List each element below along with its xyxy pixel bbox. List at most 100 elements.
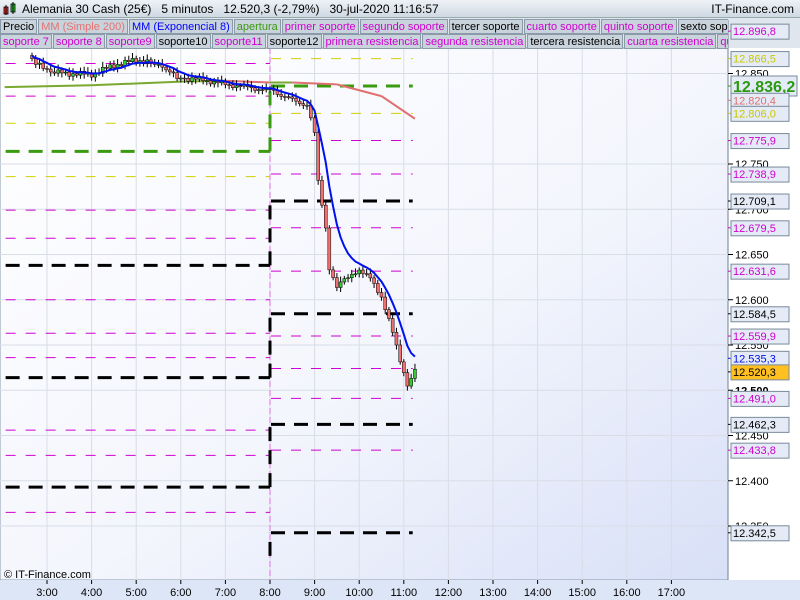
candle-body [234, 85, 239, 88]
price-tag-label: 12.535,3 [733, 353, 776, 365]
candle-body [74, 73, 79, 76]
legend-item[interactable]: sexto soporte [677, 19, 728, 34]
x-tick-label: 8:00 [259, 587, 280, 599]
y-tick-label: 12.600 [735, 295, 769, 307]
price-tag-label: 12.806,0 [733, 108, 776, 120]
price-tag-label: 12.820,4 [733, 95, 776, 107]
candle-body [376, 283, 380, 293]
legend-item[interactable]: soporte9 [105, 34, 155, 49]
legend-item[interactable]: segunda resistencia [422, 34, 527, 49]
legend-item[interactable]: tercera resistencia [527, 34, 624, 49]
candle-body [34, 58, 38, 65]
candle-body [346, 277, 350, 279]
candle-body [387, 309, 391, 319]
price-tag-label: 12.631,6 [733, 266, 776, 278]
candle-body [67, 71, 72, 77]
candle-body [37, 62, 42, 65]
candle-body [394, 332, 399, 346]
candle-body [331, 269, 335, 278]
legend-item[interactable]: tercer soporte [448, 19, 523, 34]
candle-body [305, 104, 309, 107]
legend-item[interactable]: primer soporte [281, 19, 359, 34]
price-tag-label: 12.775,9 [733, 136, 776, 148]
candle-body [104, 67, 109, 69]
legend-item[interactable]: primera resistencia [322, 34, 422, 49]
site-name: IT-Finance.com [711, 2, 794, 16]
candle-body [338, 281, 343, 288]
x-tick-label: 3:00 [36, 587, 57, 599]
x-tick-label: 15:00 [568, 587, 596, 599]
candle-body [320, 180, 324, 206]
legend-item[interactable]: cuarta resistencia [624, 34, 717, 49]
legend-item[interactable]: soporte12 [266, 34, 322, 49]
price-tag-label: 12.491,0 [733, 393, 776, 405]
x-tick-label: 9:00 [304, 587, 325, 599]
legend-item[interactable]: MM (Simple 200) [38, 19, 128, 34]
candle-body [186, 78, 190, 82]
x-tick-label: 6:00 [170, 587, 191, 599]
price-tag-label: 12.433,8 [733, 445, 776, 457]
candle-body [238, 85, 243, 87]
candle-body [179, 77, 183, 80]
candle-body [286, 96, 291, 98]
candle-body [312, 117, 317, 133]
legend-item[interactable]: MM (Exponencial 8) [128, 19, 233, 34]
candle-body [190, 77, 194, 82]
candle-body [350, 274, 354, 278]
candle-body [134, 58, 138, 63]
candle-body [357, 269, 361, 275]
price-tag-label: 12.709,1 [733, 196, 776, 208]
candle-body [48, 68, 53, 73]
price-chart[interactable]: 3:00 4:00 5:00 6:00 7:00 8:00 9:00 10:00 11:00 12… [0, 0, 800, 600]
candle-body [327, 227, 332, 271]
candle-body [294, 98, 298, 102]
legend-item[interactable]: apertura [233, 19, 281, 34]
x-tick-label: 5:00 [125, 587, 146, 599]
candle-body [231, 84, 235, 88]
legend-row-1: Precio MM (Simple 200) MM (Exponencial 8) a… [0, 19, 728, 34]
candle-body [335, 277, 339, 288]
candle-body [208, 80, 213, 85]
legend-item[interactable]: segundo soporte [359, 19, 448, 34]
candle-body [342, 278, 347, 283]
candle-body [409, 378, 413, 387]
candle-body [60, 69, 64, 74]
candle-body [316, 132, 320, 181]
price-tag-label: 12.896,8 [733, 26, 776, 38]
price-tag-label: 12.559,9 [733, 331, 776, 343]
candle-body [45, 68, 49, 70]
candle-body [361, 269, 365, 274]
candle-body [212, 81, 216, 85]
candle-body [63, 71, 68, 74]
candle-body [390, 318, 395, 333]
candle-body [205, 80, 209, 82]
legend-item[interactable]: soporte11 [211, 34, 266, 49]
candle-body [171, 71, 176, 74]
candle-body [405, 372, 410, 387]
candle-body [256, 89, 261, 91]
legend-item[interactable]: quinta resistencia [717, 34, 728, 49]
x-tick-label: 7:00 [215, 587, 236, 599]
candle-body [413, 368, 417, 379]
legend-item[interactable]: soporte 8 [52, 34, 105, 49]
candle-body [279, 94, 283, 97]
candle-body [297, 100, 302, 104]
price-tag-label: 12.462,3 [733, 419, 776, 431]
price-tag-label: 12.584,5 [733, 309, 776, 321]
price-tag-label: 12.342,5 [733, 528, 776, 540]
x-tick-label: 17:00 [658, 587, 686, 599]
legend-item[interactable]: Precio [0, 19, 38, 34]
x-tick-label: 4:00 [81, 587, 102, 599]
legend-item[interactable]: soporte 7 [0, 34, 52, 49]
x-tick-label: 11:00 [390, 587, 417, 599]
candle-body [156, 64, 161, 66]
y-tick-label: 12.400 [735, 476, 769, 488]
price-tag-label: 12.520,3 [733, 367, 776, 379]
legend-item[interactable]: cuarto soporte [523, 19, 600, 34]
candle-body [402, 361, 406, 373]
legend-item[interactable]: quinto soporte [600, 19, 677, 34]
watermark: © IT-Finance.com [4, 569, 91, 581]
x-tick-label: 10:00 [345, 587, 373, 599]
legend-item[interactable]: soporte10 [155, 34, 211, 49]
chart-title: Alemania 30 Cash (25€) 5 minutos 12.520,… [22, 2, 439, 16]
